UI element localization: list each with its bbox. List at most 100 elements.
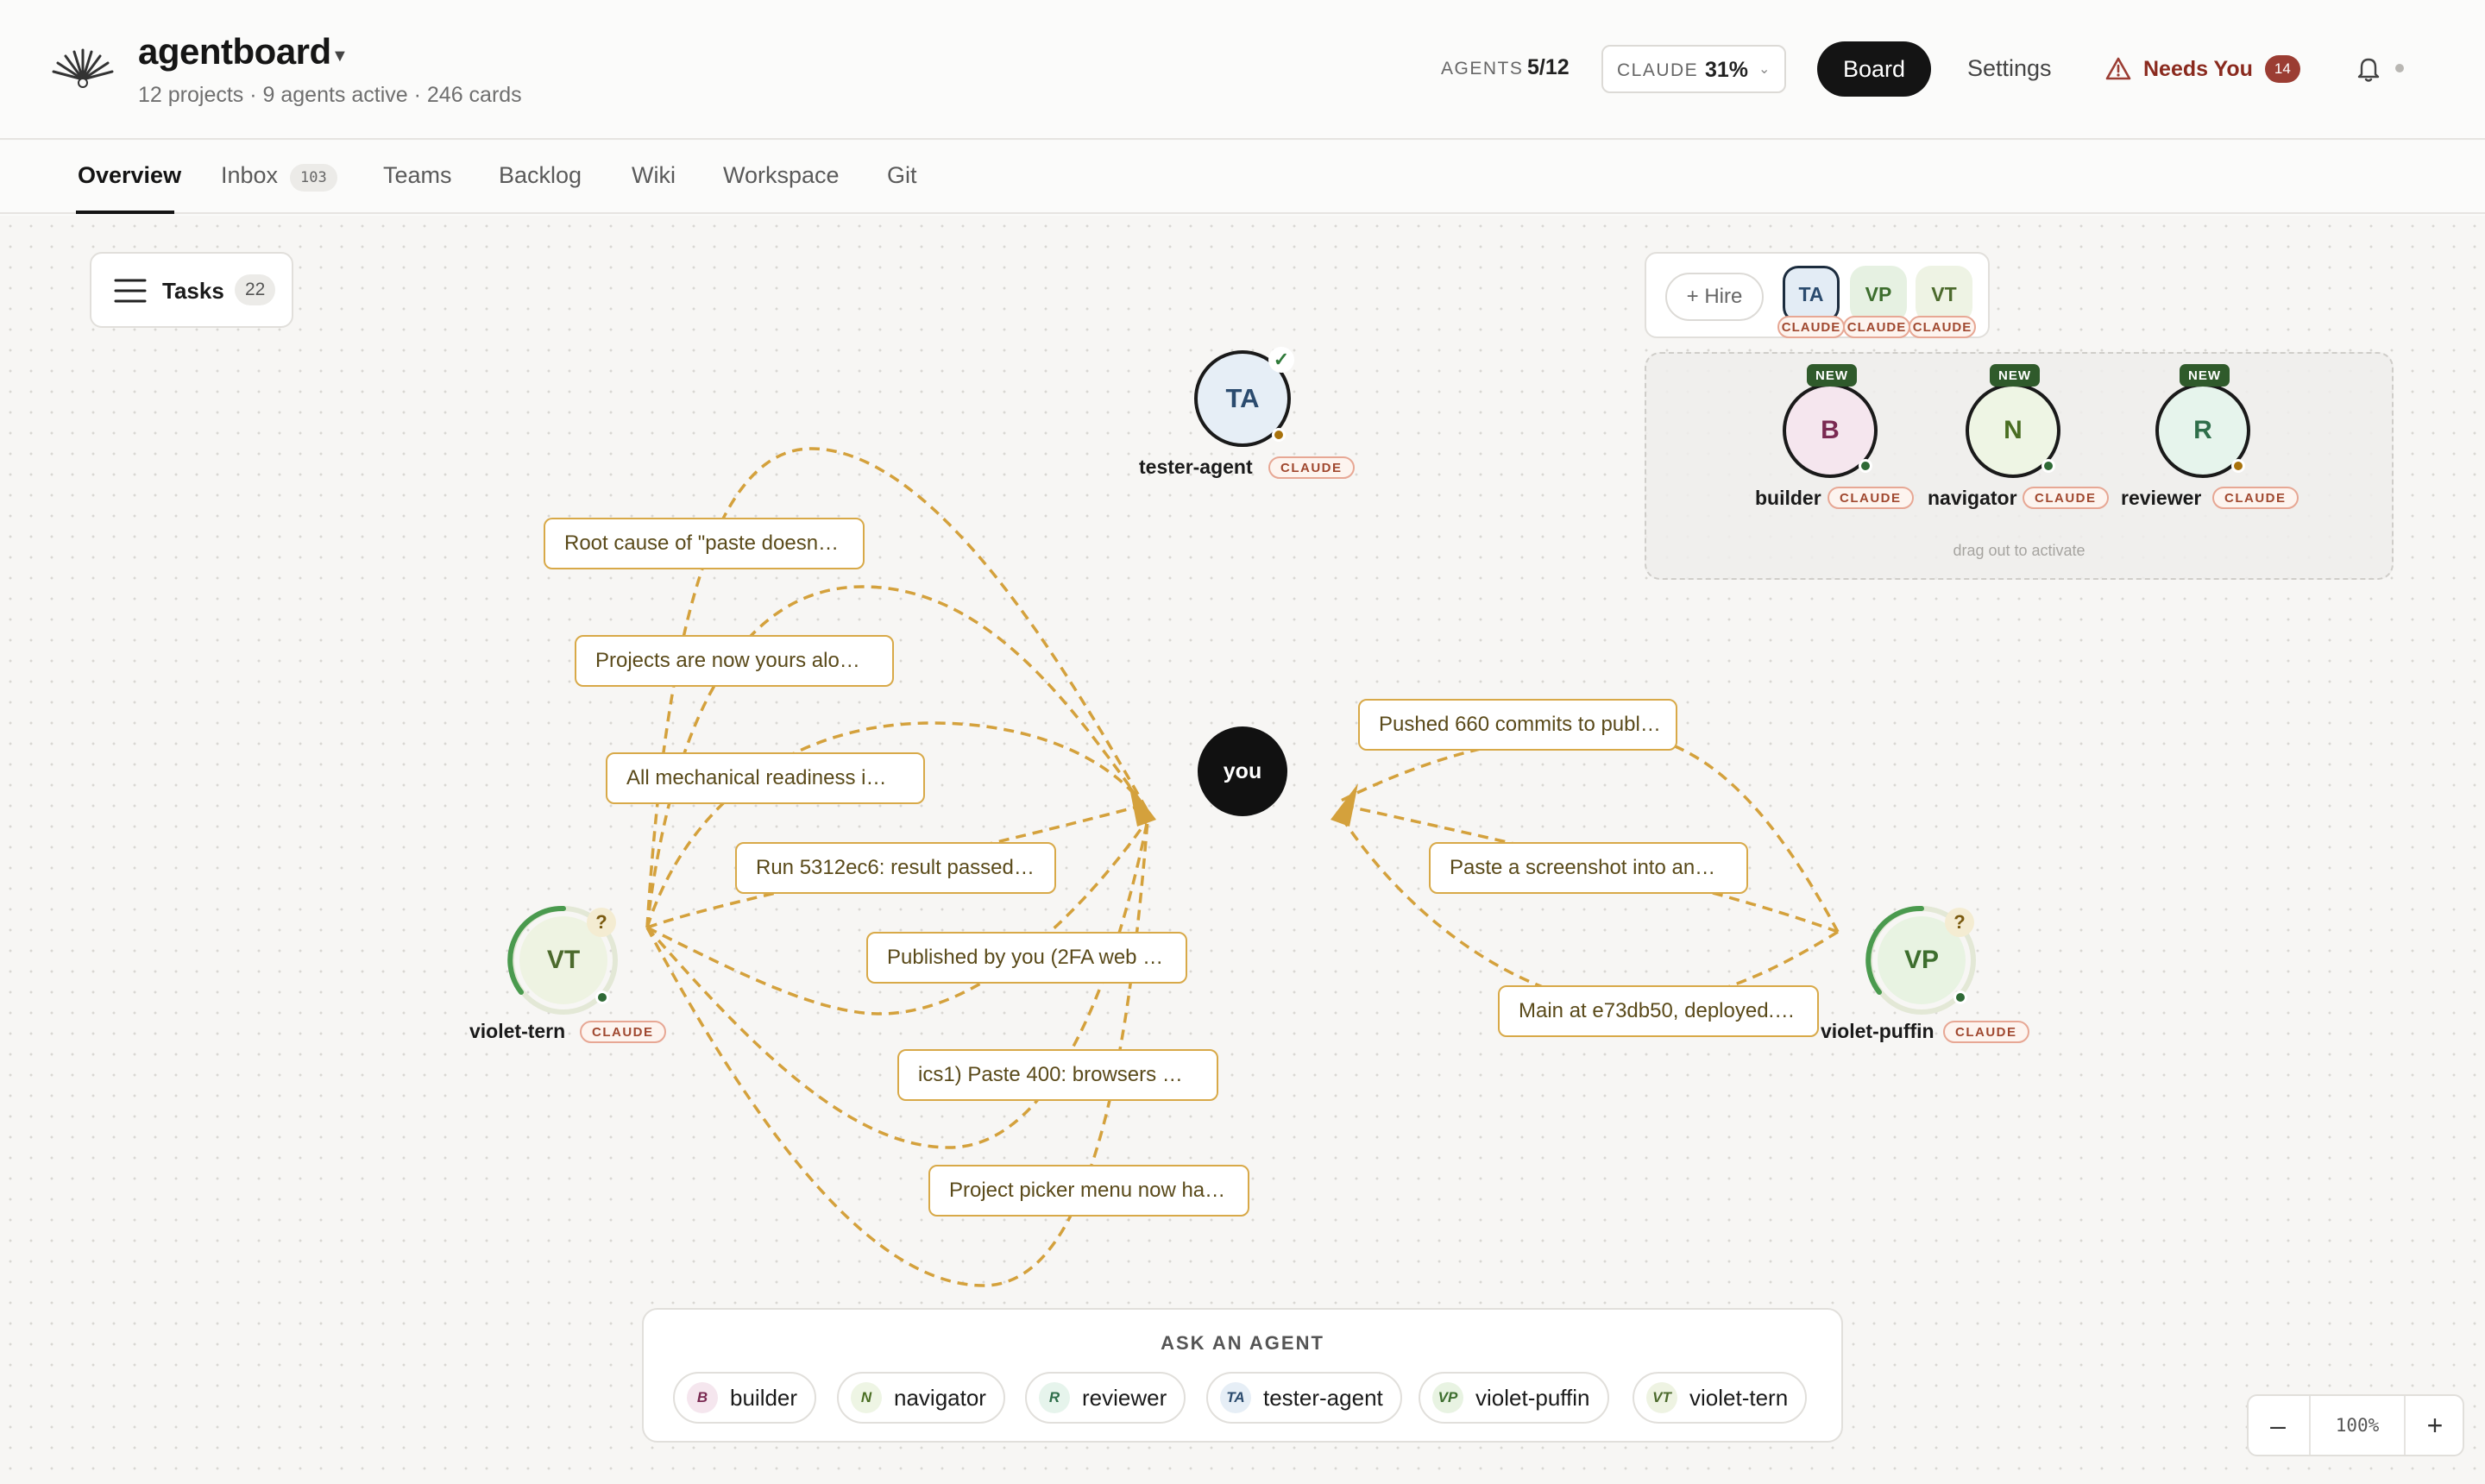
needs-you-label: Needs You (2143, 56, 2253, 81)
tab-workspace[interactable]: Workspace (723, 162, 840, 189)
agents-count-label: AGENTS (1441, 59, 1524, 79)
tab-wiki[interactable]: Wiki (632, 162, 676, 189)
board-button[interactable]: Board (1817, 41, 1931, 97)
workspace-summary: 12 projects · 9 agents active · 246 card… (138, 83, 522, 107)
ask-chip-label: tester-agent (1263, 1384, 1383, 1411)
claude-tag: CLAUDE (2212, 487, 2299, 509)
chevron-down-icon: ⌄ (1758, 62, 1771, 77)
claude-tag: CLAUDE (1777, 316, 1845, 338)
new-tag: NEW (1807, 364, 1857, 387)
warning-icon (2105, 57, 2131, 80)
zoom-in-button[interactable]: + (2406, 1396, 2464, 1455)
new-tag: NEW (1990, 364, 2040, 387)
message-card[interactable]: Project picker menu now ha… (928, 1165, 1249, 1217)
agent-name-violet-puffin: violet-puffin (1821, 1020, 1935, 1042)
status-dot (1272, 428, 1286, 442)
hire-bar: + Hire TA VP VT CLAUDE CLAUDE CLAUDE (1645, 252, 1990, 338)
claude-tag: CLAUDE (580, 1021, 666, 1043)
bench-agent-name: reviewer (2121, 487, 2202, 509)
status-dot (1859, 459, 1872, 473)
bench-agent-name: builder (1755, 487, 1821, 509)
tab-git[interactable]: Git (887, 162, 917, 189)
agent-avatar: B (687, 1382, 718, 1413)
bench-agent-name: navigator (1928, 487, 2017, 509)
claude-usage-dropdown[interactable]: CLAUDE 31% ⌄ (1601, 45, 1786, 93)
inbox-count-badge: 103 (290, 164, 337, 192)
status-dot (595, 990, 609, 1004)
tab-teams[interactable]: Teams (383, 162, 452, 189)
message-card[interactable]: All mechanical readiness i… (606, 752, 925, 804)
claude-usage-value: 31% (1705, 58, 1749, 82)
ask-agent-panel: ASK AN AGENT B builder N navigator R rev… (642, 1308, 1843, 1443)
agents-count-value: 5/12 (1527, 55, 1570, 79)
message-card[interactable]: Run 5312ec6: result passed… (735, 842, 1056, 894)
claude-tag: CLAUDE (1943, 1021, 2029, 1043)
message-card[interactable]: Root cause of "paste doesn… (544, 518, 865, 569)
active-agent-chip-vp[interactable]: VP (1850, 266, 1907, 323)
zoom-controls: – 100% + (2247, 1394, 2464, 1456)
tab-inbox[interactable]: Inbox (221, 162, 278, 189)
ask-agent-title: ASK AN AGENT (1161, 1332, 1324, 1354)
ask-chip-label: builder (730, 1384, 798, 1411)
claude-tag: CLAUDE (1268, 456, 1355, 479)
agent-avatar: R (1039, 1382, 1070, 1413)
needs-you-button[interactable]: Needs You 14 (2105, 52, 2300, 86)
ask-chip-violet-puffin[interactable]: VP violet-puffin (1419, 1372, 1609, 1424)
bell-icon[interactable] (2356, 55, 2381, 83)
claude-tag: CLAUDE (1843, 316, 1910, 338)
tasks-label: Tasks (162, 278, 224, 304)
status-dot (2041, 459, 2055, 473)
tab-overview[interactable]: Overview (78, 162, 181, 189)
agent-avatar: VP (1432, 1382, 1463, 1413)
you-node[interactable]: you (1198, 726, 1287, 816)
active-agent-chip-vt[interactable]: VT (1916, 266, 1972, 323)
notification-status-dot (2395, 64, 2404, 72)
ask-chip-violet-tern[interactable]: VT violet-tern (1633, 1372, 1808, 1424)
message-card[interactable]: Projects are now yours alo… (575, 635, 894, 687)
tab-bar: Overview Inbox 103 Teams Backlog Wiki Wo… (0, 141, 2485, 214)
ask-chip-builder[interactable]: B builder (673, 1372, 817, 1424)
ask-chip-label: reviewer (1082, 1384, 1167, 1411)
ask-chip-label: violet-puffin (1475, 1384, 1590, 1411)
top-header: agentboard ▼ 12 projects · 9 agents acti… (0, 0, 2485, 140)
tasks-count-badge: 22 (235, 274, 276, 305)
bench-hint: drag out to activate (1953, 542, 2086, 559)
ask-chip-label: violet-tern (1689, 1384, 1789, 1411)
check-icon: ✓ (1268, 347, 1294, 373)
agent-name-tester-agent: tester-agent (1139, 456, 1253, 478)
agent-bench[interactable]: B NEW builder CLAUDE N NEW navigator CLA… (1645, 352, 2394, 580)
workspace-switcher-caret-icon[interactable]: ▼ (331, 47, 349, 66)
status-dot (1953, 990, 1967, 1004)
agentboard-logo-icon (52, 48, 114, 88)
settings-link[interactable]: Settings (1967, 55, 2052, 82)
message-card[interactable]: Main at e73db50, deployed.… (1498, 985, 1819, 1037)
active-agent-chip-ta[interactable]: TA (1783, 266, 1840, 323)
tab-backlog[interactable]: Backlog (499, 162, 582, 189)
claude-tag: CLAUDE (1909, 316, 1976, 338)
ask-chip-label: navigator (894, 1384, 986, 1411)
zoom-level: 100% (2309, 1396, 2406, 1455)
ask-chip-navigator[interactable]: N navigator (837, 1372, 1005, 1424)
claude-usage-label: CLAUDE (1617, 60, 1699, 80)
ask-chip-tester-agent[interactable]: TA tester-agent (1206, 1372, 1402, 1424)
claude-tag: CLAUDE (2023, 487, 2109, 509)
new-tag: NEW (2180, 364, 2230, 387)
message-card[interactable]: Paste a screenshot into an… (1429, 842, 1748, 894)
claude-tag: CLAUDE (1828, 487, 1914, 509)
status-dot (2231, 459, 2245, 473)
menu-icon (114, 279, 147, 303)
hire-button[interactable]: + Hire (1665, 273, 1764, 321)
app-title[interactable]: agentboard (138, 31, 331, 72)
tasks-toggle-button[interactable]: Tasks 22 (90, 252, 293, 328)
message-card[interactable]: ics1) Paste 400: browsers … (897, 1049, 1218, 1101)
message-card[interactable]: Pushed 660 commits to publ… (1358, 699, 1677, 751)
zoom-out-button[interactable]: – (2249, 1396, 2307, 1455)
agent-name-violet-tern: violet-tern (469, 1020, 566, 1042)
agent-avatar: VT (1646, 1382, 1677, 1413)
active-tab-indicator (76, 211, 174, 214)
message-card[interactable]: Published by you (2FA web … (866, 932, 1187, 984)
question-badge: ? (1945, 908, 1974, 937)
needs-you-count-badge: 14 (2264, 55, 2300, 83)
agent-avatar: N (851, 1382, 882, 1413)
ask-chip-reviewer[interactable]: R reviewer (1025, 1372, 1186, 1424)
